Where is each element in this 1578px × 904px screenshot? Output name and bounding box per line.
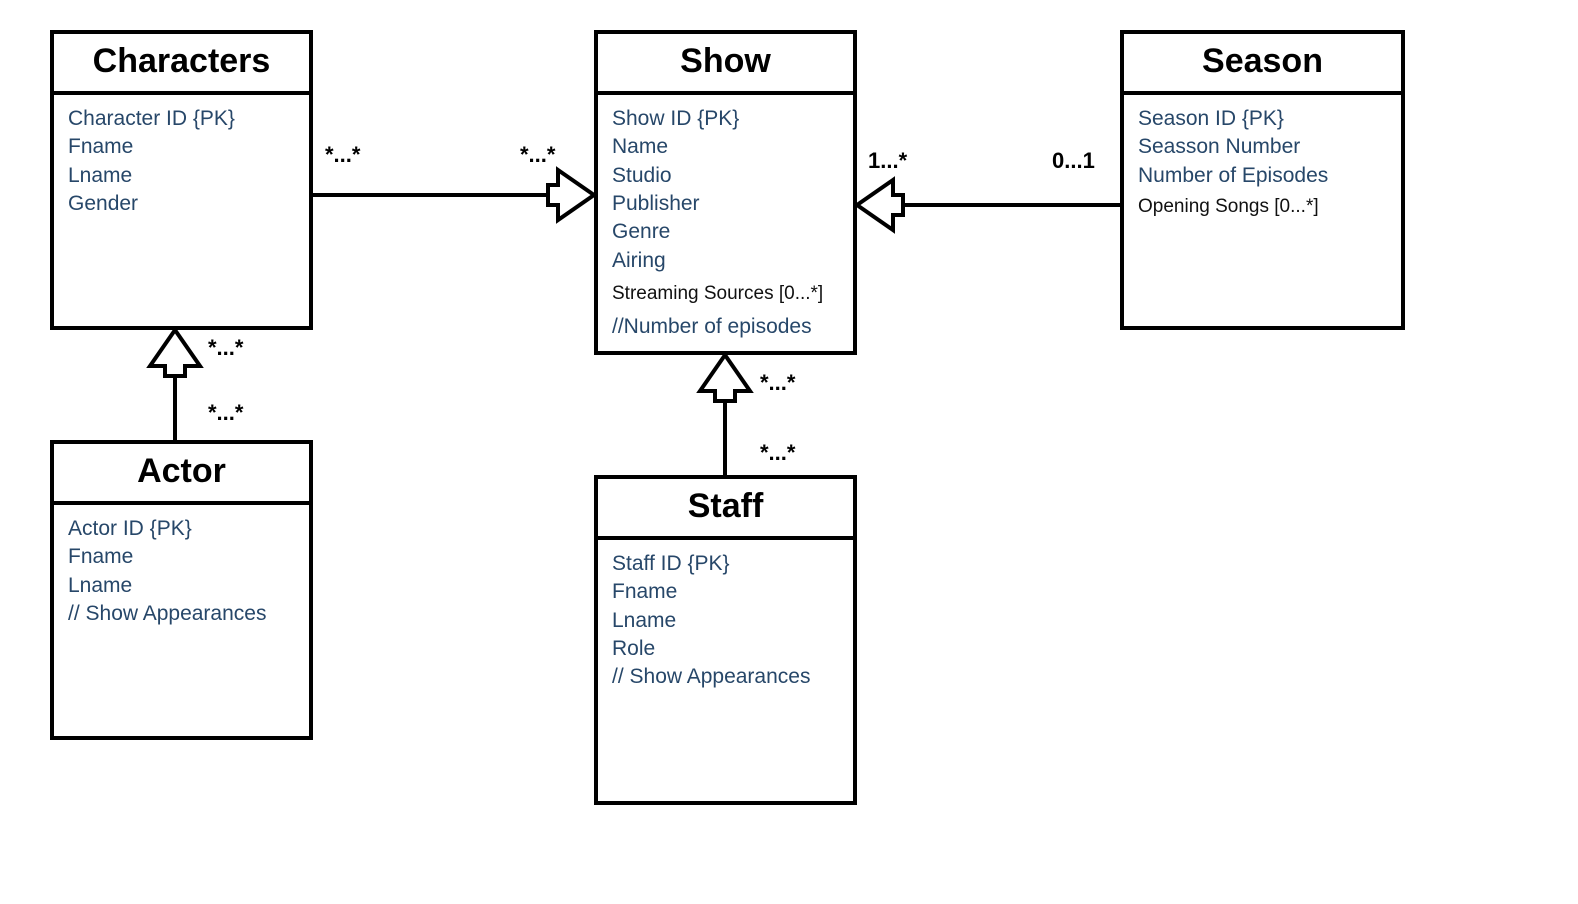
entity-season-body: Season ID {PK} Seasson Number Number of … — [1124, 95, 1401, 230]
mult-staff-show-top: *...* — [760, 370, 795, 396]
entity-season: Season Season ID {PK} Seasson Number Num… — [1120, 30, 1405, 330]
entity-actor: Actor Actor ID {PK} Fname Lname // Show … — [50, 440, 313, 740]
attr: Actor ID {PK} — [68, 515, 295, 543]
attr: //Number of episodes — [612, 313, 839, 341]
attr: Show ID {PK} — [612, 105, 839, 133]
mult-season-show-left: 1...* — [868, 148, 907, 174]
attr: Lname — [68, 162, 295, 190]
mult-char-show-right: *...* — [520, 142, 555, 168]
entity-show-title: Show — [598, 34, 853, 95]
attr: Genre — [612, 218, 839, 246]
attr: // Show Appearances — [68, 600, 295, 628]
attr: Fname — [612, 578, 839, 606]
attr: Number of Episodes — [1138, 162, 1387, 190]
entity-staff-body: Staff ID {PK} Fname Lname Role // Show A… — [598, 540, 853, 702]
entity-actor-title: Actor — [54, 444, 309, 505]
entity-show-body: Show ID {PK} Name Studio Publisher Genre… — [598, 95, 853, 351]
entity-staff-title: Staff — [598, 479, 853, 540]
attr: Fname — [68, 543, 295, 571]
mult-actor-char-top: *...* — [208, 335, 243, 361]
attr: Season ID {PK} — [1138, 105, 1387, 133]
entity-staff: Staff Staff ID {PK} Fname Lname Role // … — [594, 475, 857, 805]
attr: Gender — [68, 190, 295, 218]
entity-show: Show Show ID {PK} Name Studio Publisher … — [594, 30, 857, 355]
attr: Staff ID {PK} — [612, 550, 839, 578]
connector-actor-characters — [150, 330, 200, 440]
mult-char-show-left: *...* — [325, 142, 360, 168]
mult-season-show-right: 0...1 — [1052, 148, 1095, 174]
attr: Studio — [612, 162, 839, 190]
entity-characters-body: Character ID {PK} Fname Lname Gender — [54, 95, 309, 228]
connector-characters-show — [313, 170, 594, 220]
attr: Lname — [612, 607, 839, 635]
attr: Publisher — [612, 190, 839, 218]
attr: Role — [612, 635, 839, 663]
mult-staff-show-bottom: *...* — [760, 440, 795, 466]
entity-season-title: Season — [1124, 34, 1401, 95]
attr: Name — [612, 133, 839, 161]
entity-characters: Characters Character ID {PK} Fname Lname… — [50, 30, 313, 330]
connector-season-show — [857, 180, 1120, 230]
mult-actor-char-bottom: *...* — [208, 400, 243, 426]
attr: // Show Appearances — [612, 663, 839, 691]
attr: Character ID {PK} — [68, 105, 295, 133]
attr: Airing — [612, 247, 839, 275]
entity-characters-title: Characters — [54, 34, 309, 95]
attr: Seasson Number — [1138, 133, 1387, 161]
attr: Streaming Sources [0...*] — [612, 281, 839, 307]
connector-staff-show — [700, 355, 750, 475]
attr: Fname — [68, 133, 295, 161]
attr: Opening Songs [0...*] — [1138, 194, 1387, 220]
entity-actor-body: Actor ID {PK} Fname Lname // Show Appear… — [54, 505, 309, 638]
attr: Lname — [68, 572, 295, 600]
